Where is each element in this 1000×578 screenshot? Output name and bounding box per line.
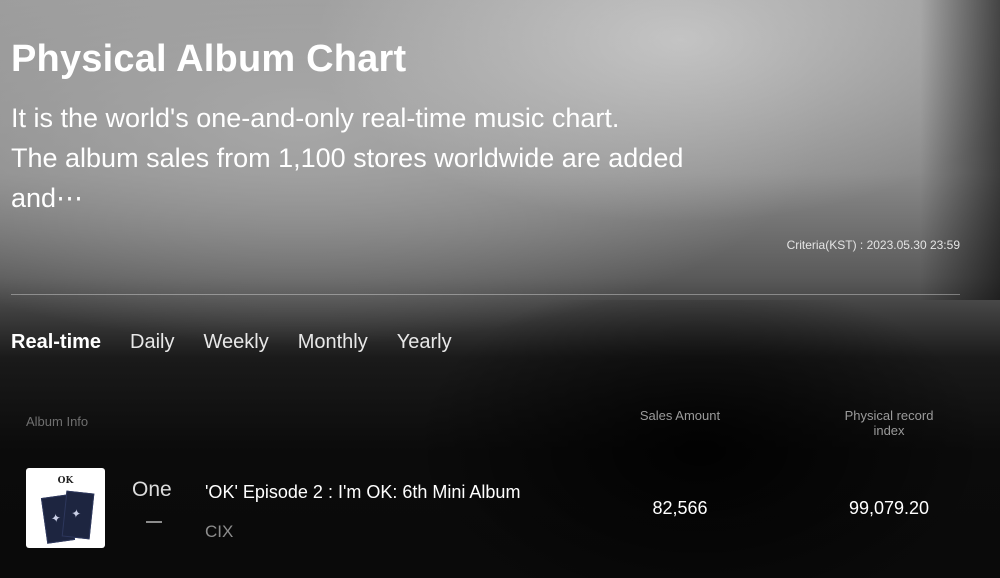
description-line-2: The album sales from 1,100 stores worldw… [11,143,684,213]
tab-weekly[interactable]: Weekly [203,331,268,354]
star-icon: ✦ [49,510,62,526]
tab-yearly[interactable]: Yearly [397,331,452,354]
sales-amount-value: 82,566 [652,498,708,518]
album-cover-text: OK [57,476,74,486]
rank-label: One [132,478,172,501]
album-cover-icon[interactable]: OK ✦ ✦ [26,468,105,548]
page-description: It is the world's one-and-only real-time… [11,98,691,218]
rank-change-dash-icon [146,521,162,523]
star-icon: ✦ [70,506,82,522]
column-header-sales-amount: Sales Amount [639,408,721,423]
background-edge-shade [920,0,1000,300]
tab-daily[interactable]: Daily [130,331,174,354]
album-title-link[interactable]: 'OK' Episode 2 : I'm OK: 6th Mini Album [205,482,520,503]
tab-monthly[interactable]: Monthly [298,331,368,354]
column-header-album-info: Album Info [26,414,89,429]
criteria-timestamp: Criteria(KST) : 2023.05.30 23:59 [786,238,960,252]
tab-real-time[interactable]: Real-time [11,331,101,354]
period-tabs: Real-time Daily Weekly Monthly Yearly [11,331,481,354]
table-row[interactable]: OK ✦ ✦ One 'OK' Episode 2 : I'm OK: 6th … [0,460,1000,560]
chart-page: Physical Album Chart It is the world's o… [0,0,1000,578]
physical-index-value: 99,079.20 [848,498,930,518]
divider [11,294,960,295]
artist-name[interactable]: CIX [205,522,233,542]
page-title: Physical Album Chart [11,38,407,80]
column-header-physical-index: Physical record index [844,408,934,438]
description-line-1: It is the world's one-and-only real-time… [11,103,620,133]
cover-card-right: ✦ [61,490,95,540]
